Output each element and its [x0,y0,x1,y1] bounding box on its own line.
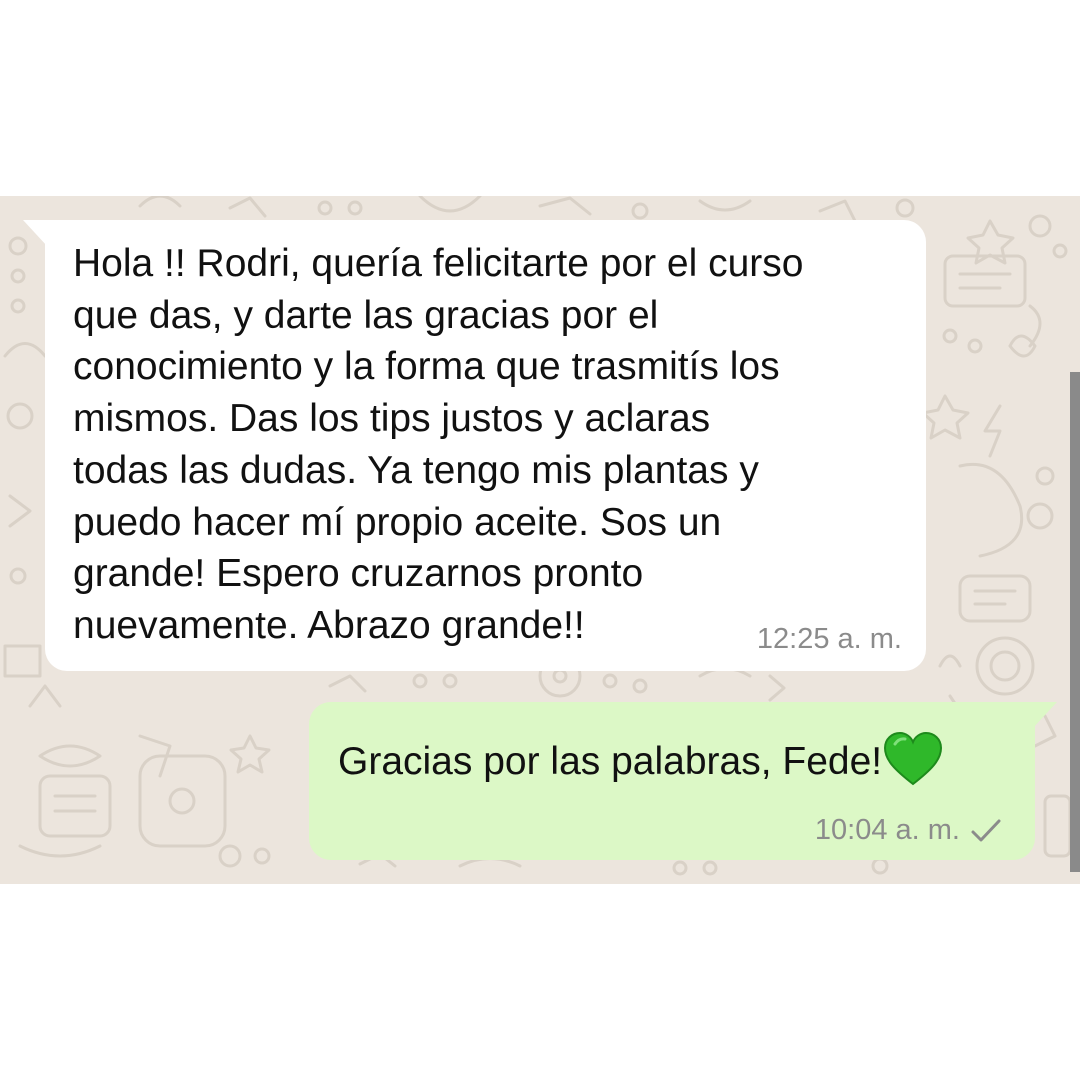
outgoing-message-bubble[interactable]: Gracias por las palabras, Fede! 10:04 a.… [309,702,1057,860]
green-heart-icon [884,732,943,786]
incoming-message-time: 12:25 a. m. [756,623,902,655]
chat-area[interactable]: Hola !! Rodri, quería felicitarte por el… [0,196,1080,884]
outgoing-message-text: Gracias por las palabras, Fede! [338,732,943,788]
outgoing-message-meta: 10:04 a. m. [815,814,1002,847]
outgoing-message-body: Gracias por las palabras, Fede! [338,740,883,783]
outgoing-message-time: 10:04 a. m. [814,814,960,846]
incoming-message-text: Hola !! Rodri, quería felicitarte por el… [73,242,804,647]
bubble-tail [1033,702,1057,728]
scrollbar[interactable] [1070,372,1080,872]
screenshot-page: Hola !! Rodri, quería felicitarte por el… [0,0,1080,1080]
incoming-message-bubble[interactable]: Hola !! Rodri, quería felicitarte por el… [23,220,926,671]
check-icon [971,819,1001,841]
bubble-tail [23,220,47,246]
